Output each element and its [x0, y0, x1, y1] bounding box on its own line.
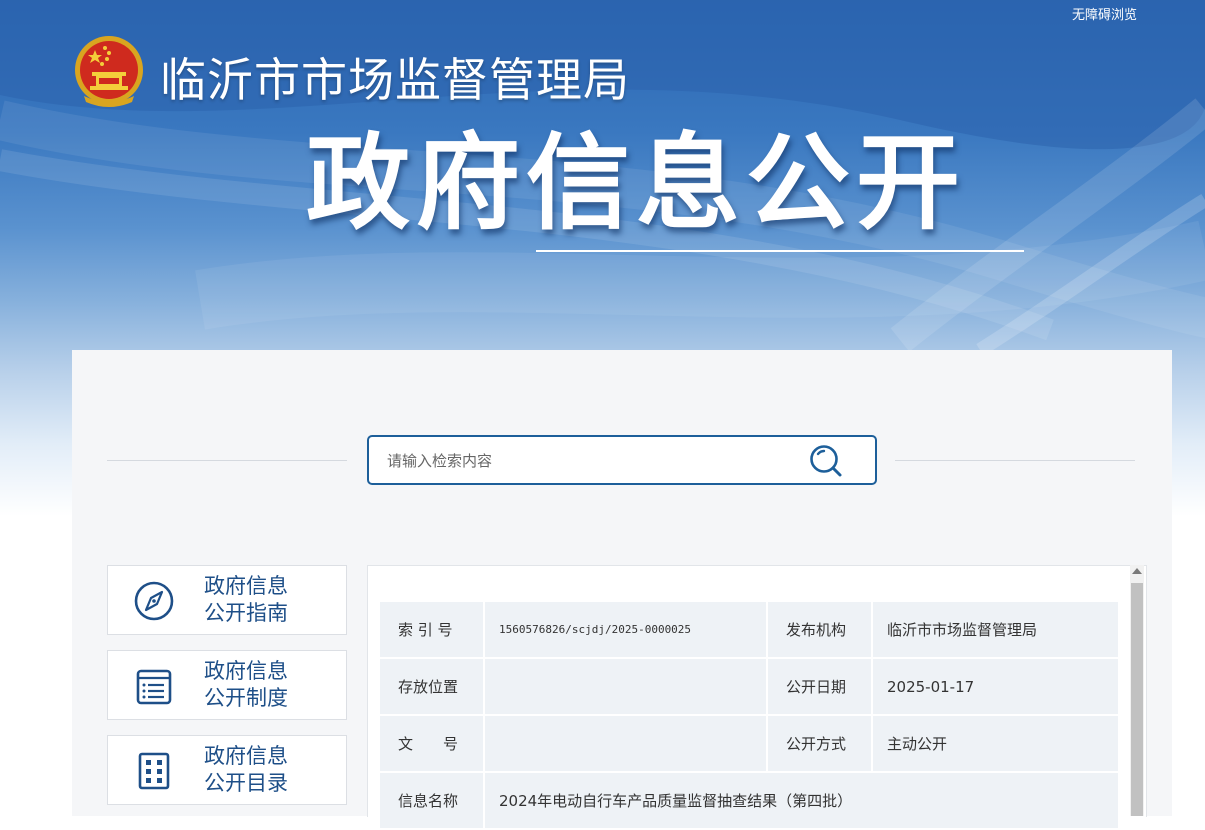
date-label: 公开日期: [768, 659, 871, 714]
divider-left: [107, 460, 347, 461]
divider-right: [895, 460, 1135, 461]
location-label: 存放位置: [380, 659, 483, 714]
site-title: 临沂市市场监督管理局: [160, 53, 630, 107]
sidebar-item-label: 政府信息 公开目录: [204, 744, 288, 795]
index-value: 1560576826/scjdj/2025-0000025: [485, 602, 766, 657]
main-panel: 政府信息 公开指南 政府信息 公开制度 政府信息 公开目录: [72, 350, 1172, 828]
index-label: 索 引 号: [380, 602, 483, 657]
publisher-value: 临沂市市场监督管理局: [873, 602, 1118, 657]
scrollbar-thumb[interactable]: [1131, 583, 1143, 816]
sidebar-item-label: 政府信息 公开制度: [204, 659, 288, 710]
method-value: 主动公开: [873, 716, 1118, 771]
location-value: [485, 659, 766, 714]
search-input[interactable]: [385, 445, 789, 477]
sidebar-item-label: 政府信息 公开指南: [204, 574, 288, 625]
method-label: 公开方式: [768, 716, 871, 771]
compass-icon: [134, 581, 174, 621]
document-list-icon: [136, 669, 172, 705]
info-card: 索 引 号 1560576826/scjdj/2025-0000025 发布机构…: [367, 565, 1147, 828]
sidebar-item-catalog[interactable]: 政府信息 公开目录: [107, 735, 347, 805]
search-button[interactable]: [807, 442, 847, 478]
docno-value: [485, 716, 766, 771]
publisher-label: 发布机构: [768, 602, 871, 657]
metadata-table: 索 引 号 1560576826/scjdj/2025-0000025 发布机构…: [378, 600, 1120, 830]
sidebar-item-system[interactable]: 政府信息 公开制度: [107, 650, 347, 720]
vertical-scrollbar[interactable]: [1130, 565, 1144, 816]
accessibility-link[interactable]: 无障碍浏览: [1072, 4, 1137, 23]
hero-title: 政府信息公开: [306, 122, 967, 244]
table-row: 存放位置 公开日期 2025-01-17: [380, 659, 1118, 714]
table-row: 信息名称 2024年电动自行车产品质量监督抽查结果（第四批）: [380, 773, 1118, 828]
table-row: 文 号 公开方式 主动公开: [380, 716, 1118, 771]
national-emblem-logo: [75, 36, 143, 107]
date-value: 2025-01-17: [873, 659, 1118, 714]
scroll-up-arrow-icon[interactable]: [1132, 568, 1142, 574]
title-value: 2024年电动自行车产品质量监督抽查结果（第四批）: [485, 773, 1118, 828]
catalog-grid-icon: [138, 752, 170, 790]
search-icon: [810, 445, 842, 477]
title-label: 信息名称: [380, 773, 483, 828]
sidebar-item-guide[interactable]: 政府信息 公开指南: [107, 565, 347, 635]
docno-label: 文 号: [380, 716, 483, 771]
search-box: [367, 435, 877, 485]
table-row: 索 引 号 1560576826/scjdj/2025-0000025 发布机构…: [380, 602, 1118, 657]
hero-underline: [536, 250, 1024, 252]
